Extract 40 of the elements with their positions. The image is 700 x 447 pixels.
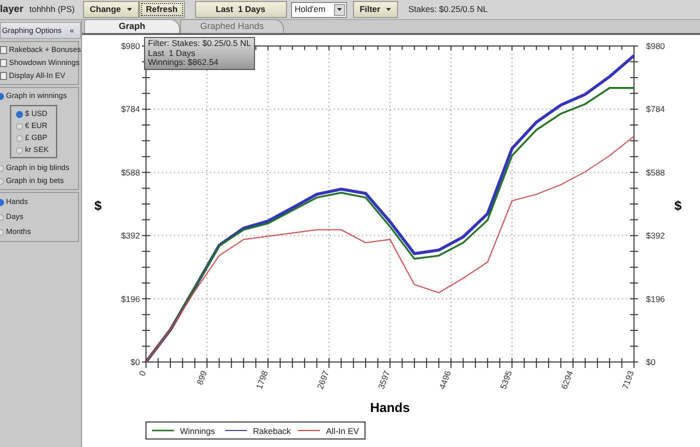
y-tick-label: $980 (646, 41, 665, 51)
x-tick-label: 0 (136, 369, 148, 378)
toolbar-button[interactable]: Refresh (138, 1, 185, 18)
legend-label: Rakeback (253, 426, 291, 436)
y-axis-title: $ (94, 198, 102, 213)
x-axis-title: Hands (370, 400, 410, 415)
x-tick-label: 2697 (314, 369, 331, 390)
tab[interactable]: Graphed Hands (180, 19, 284, 33)
y-tick-label: $0 (130, 357, 140, 367)
filter-info-text: Last 1 Days (148, 48, 196, 58)
y-tick-label: $784 (646, 104, 665, 114)
y-tick-label: $196 (121, 294, 140, 304)
filter-button[interactable]: Filter (352, 1, 398, 18)
y-tick-label: $392 (646, 230, 665, 241)
y-tick-label: $196 (646, 294, 665, 304)
y-tick-label: $588 (646, 167, 665, 178)
filter-info-text: Winnings: $862.54 (148, 58, 220, 68)
x-tick-label: 7193 (620, 369, 636, 390)
legend-label: All-In EV (326, 426, 360, 436)
player-label: layer (0, 3, 24, 17)
player-name: tohhhh (PS) (29, 3, 75, 16)
y-tick-label: $392 (121, 230, 140, 241)
y-tick-label: $980 (121, 41, 140, 51)
y-axis-title: $ (674, 198, 682, 213)
x-tick-label: 1798 (254, 369, 270, 390)
period-button[interactable]: Last 1 Days (194, 1, 287, 18)
x-tick-label: 6294 (559, 369, 575, 390)
x-tick-label: 3597 (376, 369, 392, 390)
y-tick-label: $784 (121, 104, 140, 114)
tab[interactable]: Graph (84, 19, 180, 33)
y-tick-label: $0 (646, 357, 656, 367)
game-select[interactable]: Hold'em (290, 2, 347, 18)
x-tick-label: 5395 (498, 369, 514, 390)
legend-label: Winnings (180, 426, 215, 436)
x-tick-label: 899 (194, 369, 209, 386)
toolbar-button[interactable]: Change (82, 1, 139, 18)
y-tick-label: $588 (121, 167, 140, 178)
stakes-label: Stakes: $0.25/0.5 NL (408, 3, 488, 16)
filter-info-text: Filter: Stakes: $0.25/0.5 NL (148, 39, 251, 48)
x-tick-label: 4496 (437, 369, 453, 390)
